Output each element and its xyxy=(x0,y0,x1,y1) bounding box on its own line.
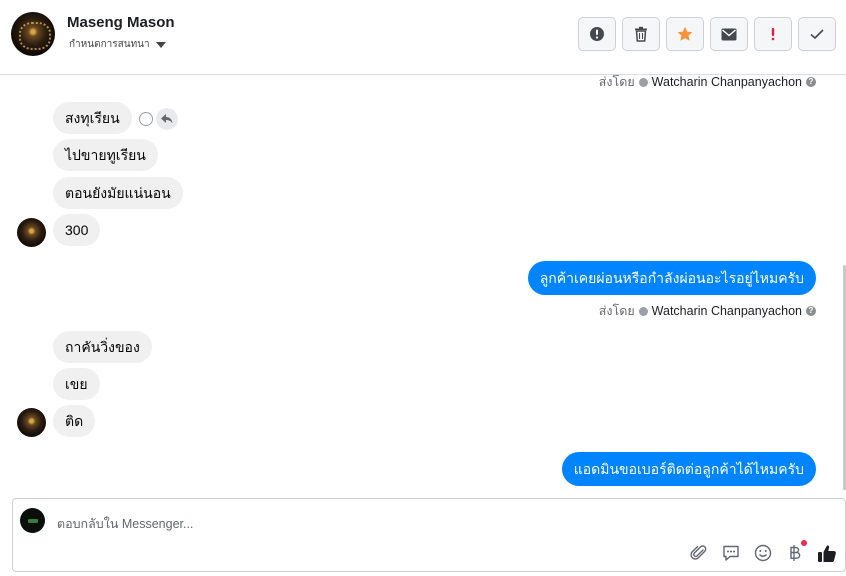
reply-icon[interactable] xyxy=(156,108,178,130)
conversation-status-label: กำหนดการสนทนา xyxy=(69,39,150,50)
sent-by-prefix: ส่งโดย xyxy=(598,304,635,318)
emoji-icon[interactable] xyxy=(753,543,773,563)
composer-tools xyxy=(689,540,837,563)
verified-icon xyxy=(638,306,648,316)
reply-composer[interactable]: ตอบกลับใน Messenger... xyxy=(12,498,846,572)
like-icon[interactable] xyxy=(817,543,837,563)
message-actions xyxy=(139,108,178,130)
mark-done-button[interactable] xyxy=(798,17,836,51)
message-incoming[interactable]: ตอนยังมัยแน่นอน xyxy=(53,177,183,209)
delete-button[interactable] xyxy=(622,17,660,51)
envelope-icon xyxy=(721,28,737,40)
message-incoming[interactable]: 300 xyxy=(53,214,101,246)
message-incoming[interactable]: ติด xyxy=(53,405,96,437)
contact-name[interactable]: Maseng Mason xyxy=(67,14,175,31)
message-incoming[interactable]: ถาคันวิ่งของ xyxy=(53,331,152,363)
conversation-toolbar xyxy=(578,17,836,51)
reply-input[interactable]: ตอบกลับใน Messenger... xyxy=(57,514,193,534)
exclamation-icon xyxy=(771,28,775,41)
customer-avatar[interactable] xyxy=(17,218,46,247)
chevron-down-icon xyxy=(155,41,166,48)
customer-avatar[interactable] xyxy=(17,408,46,437)
attach-icon[interactable] xyxy=(689,543,709,563)
message-incoming[interactable]: สงทุเรียน xyxy=(53,102,132,134)
sent-by-name: Watcharin Chanpanyachon xyxy=(651,75,802,89)
help-icon[interactable]: ? xyxy=(806,306,816,316)
conversation-header: Maseng Mason กำหนดการสนทนา xyxy=(0,0,846,75)
email-button[interactable] xyxy=(710,17,748,51)
notification-dot xyxy=(801,540,807,546)
message-incoming[interactable]: ไปขายทูเรียน xyxy=(53,139,158,171)
help-icon[interactable]: ? xyxy=(806,77,816,87)
page-avatar xyxy=(20,508,45,533)
react-emoji-icon[interactable] xyxy=(139,112,153,126)
checkmark-icon xyxy=(810,29,824,40)
contact-avatar[interactable] xyxy=(11,12,55,56)
important-button[interactable] xyxy=(754,17,792,51)
sent-by-name: Watcharin Chanpanyachon xyxy=(651,304,802,318)
saved-reply-icon[interactable] xyxy=(721,543,741,563)
trash-icon xyxy=(635,26,647,42)
star-icon xyxy=(677,26,693,41)
mark-spam-button[interactable] xyxy=(578,17,616,51)
sent-by-line: ส่งโดย Watcharin Chanpanyachon ? xyxy=(599,75,816,92)
star-button[interactable] xyxy=(666,17,704,51)
message-outgoing[interactable]: ลูกค้าเคยผ่อนหรือกำลังผ่อนอะไรอยู่ไหมครั… xyxy=(527,261,816,295)
payment-icon[interactable] xyxy=(785,540,807,563)
sent-by-prefix: ส่งโดย xyxy=(598,75,635,89)
message-outgoing[interactable]: แอดมินขอเบอร์ติดต่อลูกค้าได้ไหมครับ xyxy=(561,452,816,486)
message-thread[interactable]: ส่งโดย Watcharin Chanpanyachon ? สงทุเรี… xyxy=(0,75,846,490)
conversation-status-dropdown[interactable]: กำหนดการสนทนา xyxy=(69,37,166,52)
alert-circle-icon xyxy=(590,27,604,41)
sent-by-line: ส่งโดย Watcharin Chanpanyachon ? xyxy=(599,301,816,321)
verified-icon xyxy=(638,77,648,87)
message-incoming[interactable]: เขย xyxy=(53,368,100,400)
